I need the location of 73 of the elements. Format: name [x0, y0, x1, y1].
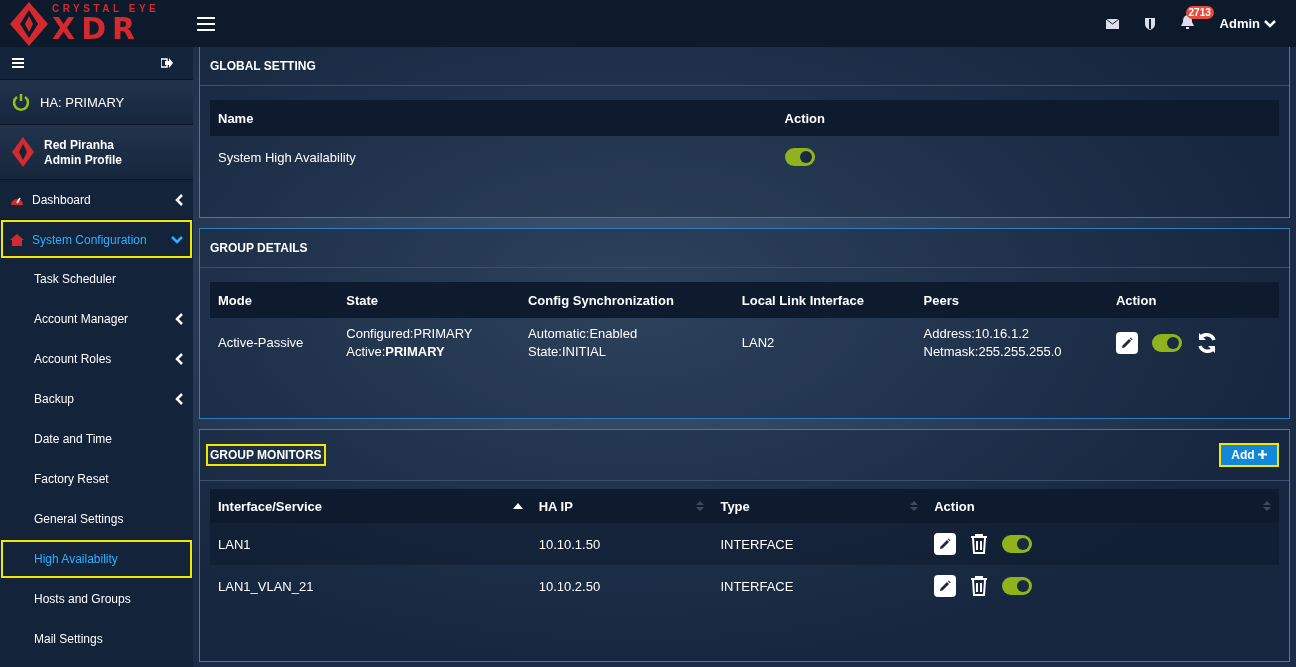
user-menu[interactable]: Admin [1219, 16, 1276, 31]
column-header: Local Link Interface [733, 282, 916, 318]
pencil-icon [939, 538, 952, 550]
table-cell-text: Automatic:Enabled State:INITIAL [528, 325, 639, 361]
menu-icon[interactable] [197, 16, 215, 31]
table-cell: 10.10.2.50 [530, 565, 713, 607]
toggle-switch[interactable] [1002, 535, 1033, 553]
column-header: Action [1107, 282, 1279, 318]
sign-out-icon[interactable] [161, 58, 173, 68]
column-header[interactable]: Interface/Service [218, 498, 323, 514]
sidebar-item[interactable]: Account Manager [0, 299, 193, 339]
delete-icon[interactable] [970, 576, 989, 596]
column-header: Name [210, 100, 777, 136]
pencil-icon [939, 580, 952, 592]
home-icon [10, 233, 24, 246]
edit-button[interactable] [934, 575, 957, 597]
chevron-left-icon [175, 353, 183, 365]
sidebar-item[interactable]: Task Scheduler [0, 259, 193, 299]
table-cell: LAN2 [733, 318, 916, 368]
chevron-left-icon [175, 313, 183, 325]
envelope-icon[interactable] [1105, 18, 1119, 29]
add-button[interactable]: Add [1219, 443, 1279, 467]
logo-icon [12, 137, 34, 167]
column-header: Action [776, 100, 1279, 136]
table-cell: 10.10.1.50 [530, 523, 713, 565]
profile-name: Red Piranha [44, 137, 116, 152]
table-cell-text: Address:10.16.1.2 Netmask:255.255.255.0 [923, 325, 1063, 361]
shield-icon[interactable] [1144, 17, 1155, 30]
column-header[interactable]: HA IP [538, 498, 573, 514]
toggle-switch[interactable] [1002, 577, 1033, 595]
column-header: Config Synchronization [520, 282, 734, 318]
panel-title: GLOBAL SETTING [210, 59, 316, 73]
column-header: Mode [210, 282, 339, 318]
chevron-left-icon [175, 393, 183, 405]
column-header: State [338, 282, 520, 318]
edit-button[interactable] [934, 533, 957, 555]
toggle-switch[interactable] [784, 148, 815, 166]
sidebar-item[interactable]: Account Roles [0, 339, 193, 379]
sidebar-item[interactable]: System Configuration [0, 219, 193, 259]
table-cell: LAN1 [210, 523, 531, 565]
sidebar-item[interactable]: Hosts and Groups [0, 579, 193, 619]
column-header[interactable]: Type [720, 498, 750, 514]
bell-icon[interactable] [1180, 15, 1194, 29]
logo-wordmark: XDR [52, 13, 142, 44]
sidebar-item[interactable]: High Availability [0, 539, 193, 579]
chevron-left-icon [175, 193, 183, 206]
sort-ascending-icon[interactable] [512, 503, 523, 509]
table-cell-text: Configured:PRIMARY Active:PRIMARY [346, 325, 474, 361]
table-cell: LAN1_VLAN_21 [210, 565, 531, 607]
profile-role: Admin Profile [44, 152, 122, 167]
sidebar-item[interactable]: Mail Settings [0, 619, 193, 659]
edit-button[interactable] [1115, 332, 1138, 354]
pencil-icon [1120, 337, 1133, 349]
sidebar-item[interactable]: Factory Reset [0, 459, 193, 499]
notification-badge: 2713 [1185, 6, 1214, 19]
panel-title: GROUP DETAILS [210, 241, 308, 255]
power-icon [12, 93, 30, 111]
sidebar-item[interactable]: Date and Time [0, 419, 193, 459]
table-cell: Active-Passive [210, 318, 339, 368]
plus-icon [1258, 450, 1267, 459]
sidebar-item[interactable]: Backup [0, 379, 193, 419]
sidebar-item[interactable]: General Settings [0, 499, 193, 539]
ha-status: HA: PRIMARY [40, 94, 125, 110]
logo-tagline: CRYSTAL EYE [52, 3, 160, 14]
delete-icon[interactable] [970, 534, 989, 554]
table-cell: INTERFACE [712, 565, 927, 607]
table-cell: System High Availability [210, 136, 777, 178]
column-header[interactable]: Action [934, 498, 975, 514]
toggle-switch[interactable] [1151, 334, 1182, 352]
column-header: Peers [915, 282, 1108, 318]
chevron-down-icon [1264, 19, 1276, 28]
table-cell: INTERFACE [712, 523, 927, 565]
menu-icon[interactable] [12, 58, 24, 68]
